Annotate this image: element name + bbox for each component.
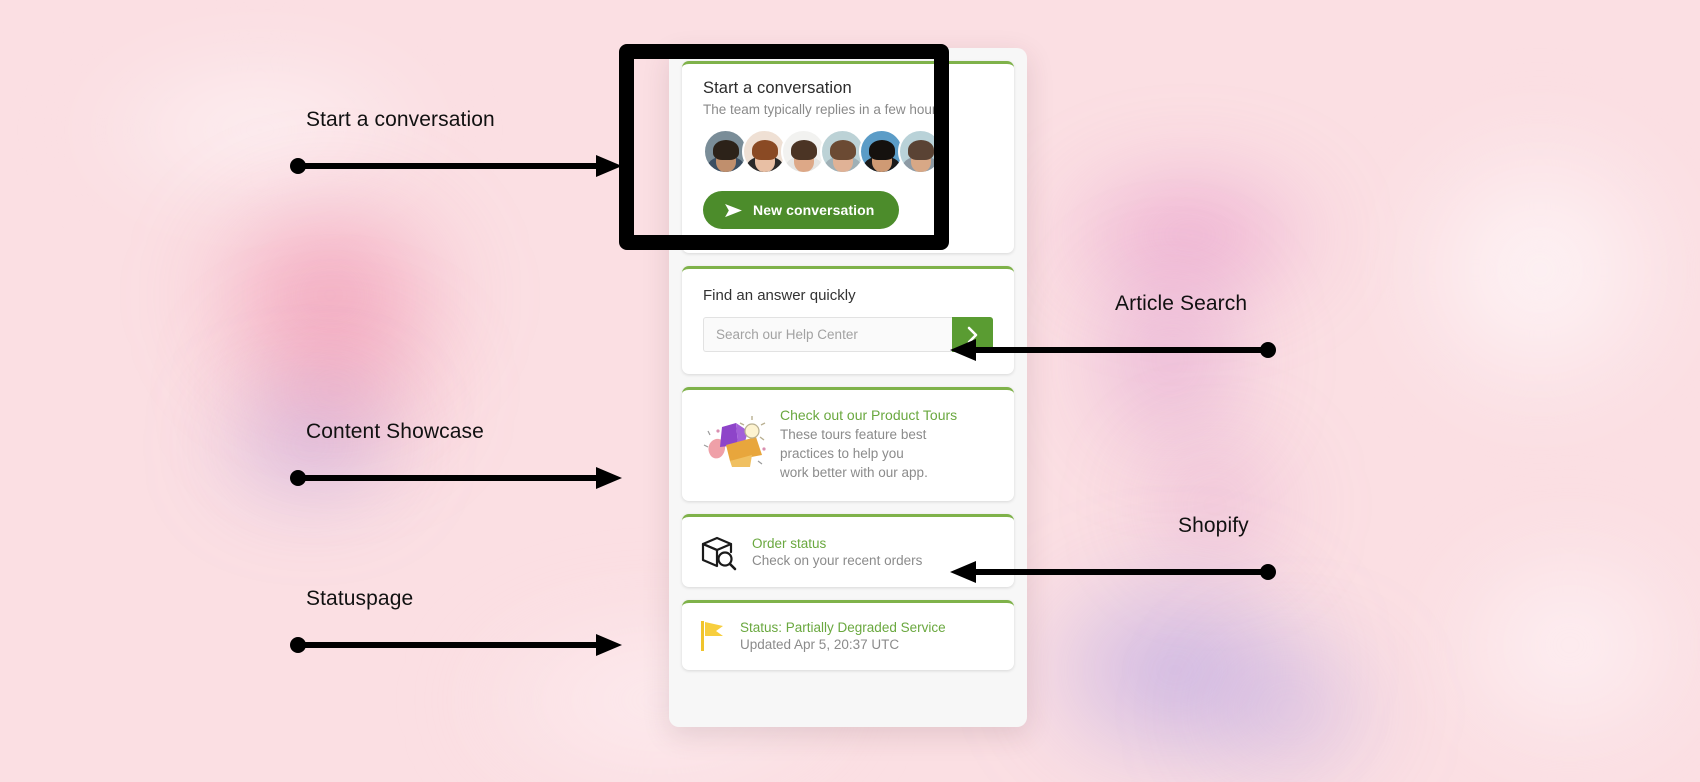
annotation-arrow-left: [950, 339, 1276, 361]
team-avatars: [703, 129, 993, 174]
conversation-title: Start a conversation: [703, 79, 852, 97]
order-status-body: Order status Check on your recent orders: [752, 536, 922, 568]
statuspage-subtitle: Updated Apr 5, 20:37 UTC: [740, 636, 900, 652]
messenger-widget: Start a conversation The team typically …: [669, 48, 1027, 727]
annotation-arrow-right: [290, 467, 622, 489]
product-tours-illustration: [696, 411, 774, 483]
statuspage-body: Status: Partially Degraded Service Updat…: [740, 620, 946, 652]
avatar: [898, 129, 943, 174]
statuspage-card[interactable]: Status: Partially Degraded Service Updat…: [682, 600, 1014, 670]
product-tours-body: Check out our Product Tours These tours …: [780, 405, 996, 482]
search-heading: Find an answer quickly: [703, 287, 856, 304]
flag-icon: [698, 619, 726, 652]
annotation-arrow-right: [290, 155, 622, 177]
start-conversation-card: Start a conversation The team typically …: [682, 61, 1014, 253]
order-status-title: Order status: [752, 536, 827, 551]
product-tours-title: Check out our Product Tours: [780, 407, 958, 423]
search-input[interactable]: [703, 317, 952, 352]
annotation-arrow-left: [950, 561, 1276, 583]
order-status-subtitle: Check on your recent orders: [752, 553, 923, 568]
new-conversation-label: New conversation: [753, 202, 875, 218]
paper-plane-icon: [724, 203, 743, 218]
conversation-subtitle: The team typically replies in a few hour…: [703, 102, 947, 117]
bg-blob-white-br: [1380, 480, 1700, 782]
product-tours-card[interactable]: Check out our Product Tours These tours …: [682, 387, 1014, 501]
bg-blob-white-right: [1330, 60, 1700, 480]
package-search-icon: [698, 533, 738, 571]
statuspage-title: Status: Partially Degraded Service: [740, 619, 946, 635]
product-tours-description: These tours feature best practices to he…: [780, 427, 928, 481]
annotation-arrow-right: [290, 634, 622, 656]
new-conversation-button[interactable]: New conversation: [703, 191, 900, 229]
screenshot-canvas: Start a conversation The team typically …: [0, 0, 1700, 782]
